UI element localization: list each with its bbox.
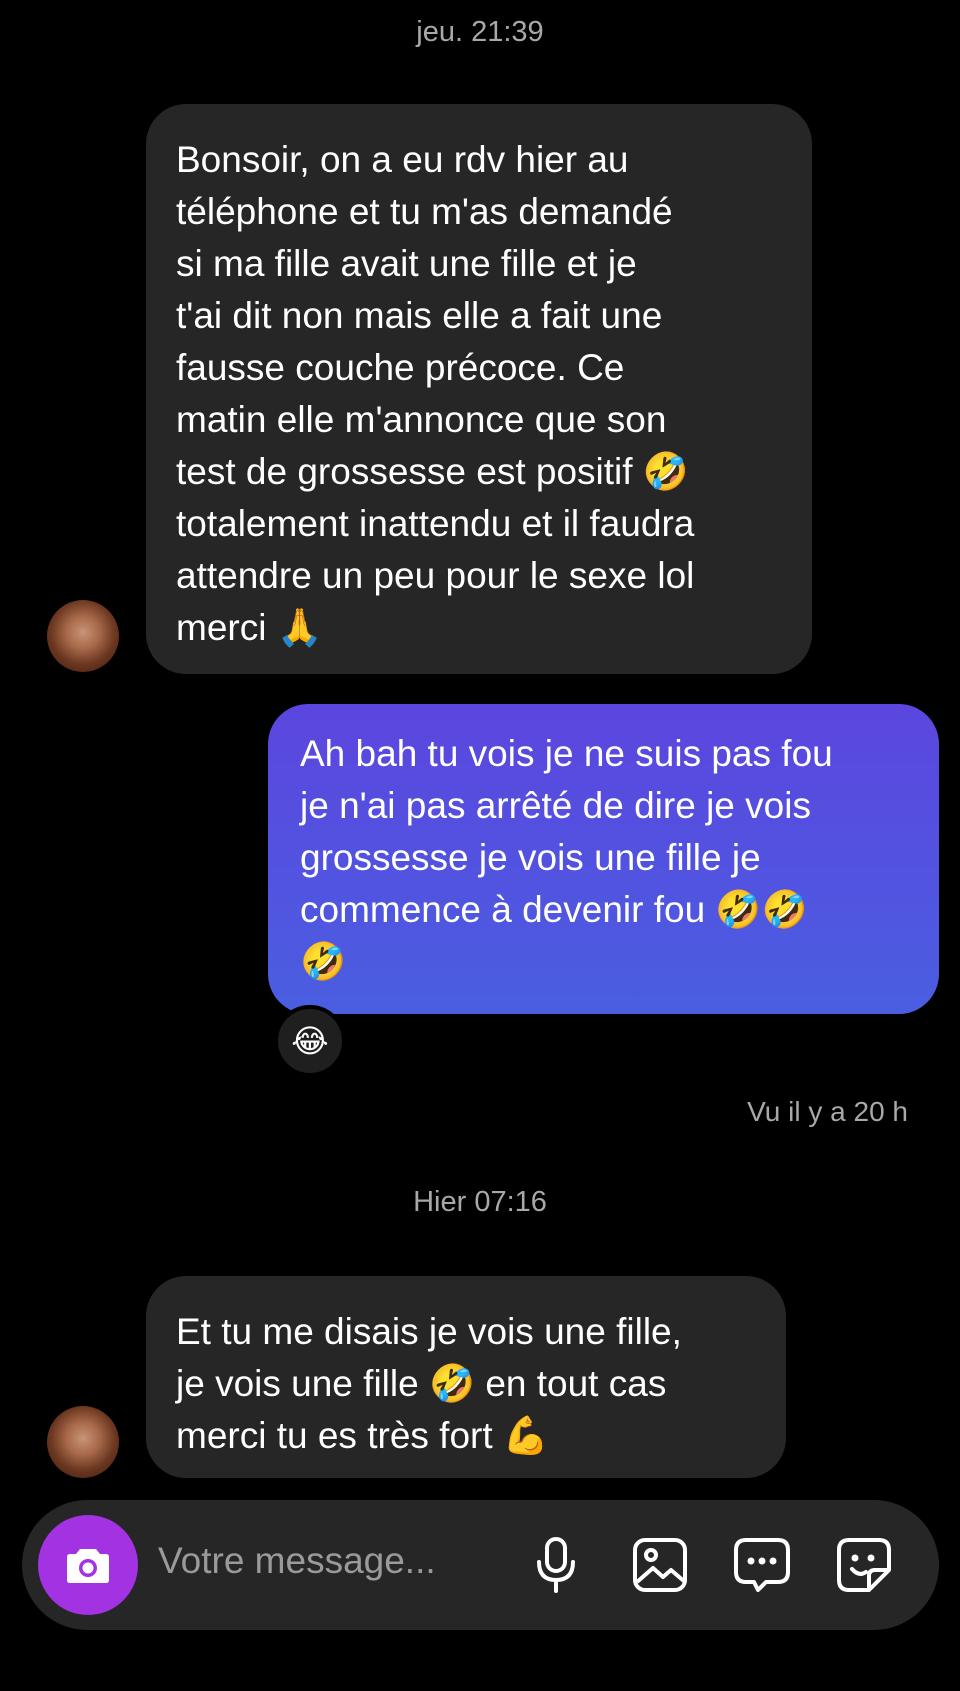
image-icon [633,1538,687,1592]
timestamp-thursday: jeu. 21:39 [416,16,544,48]
camera-icon [67,1549,109,1583]
incoming-message-bubble[interactable]: Bonsoir, on a eu rdv hier au téléphone e… [146,104,812,674]
message-input[interactable]: Votre message... [158,1540,436,1582]
incoming-message-bubble[interactable]: Et tu me disais je vois une fille, je vo… [146,1276,786,1478]
sticker-button[interactable] [830,1531,898,1599]
camera-button[interactable] [38,1515,138,1615]
gallery-button[interactable] [626,1531,694,1599]
sticker-icon [837,1538,891,1592]
chat-options-button[interactable] [728,1531,796,1599]
microphone-icon [537,1537,575,1593]
microphone-button[interactable] [522,1531,590,1599]
outgoing-message-bubble[interactable]: Ah bah tu vois je ne suis pas fou je n'a… [268,704,939,1014]
timestamp-yesterday: Hier 07:16 [413,1186,547,1218]
message-composer: Votre message... [22,1500,939,1630]
seen-status: Vu il y a 20 h [747,1096,908,1127]
chat-bubble-icon [734,1538,790,1592]
contact-avatar[interactable] [47,600,119,672]
message-reaction[interactable]: 😂 [274,1005,346,1077]
contact-avatar[interactable] [47,1406,119,1478]
